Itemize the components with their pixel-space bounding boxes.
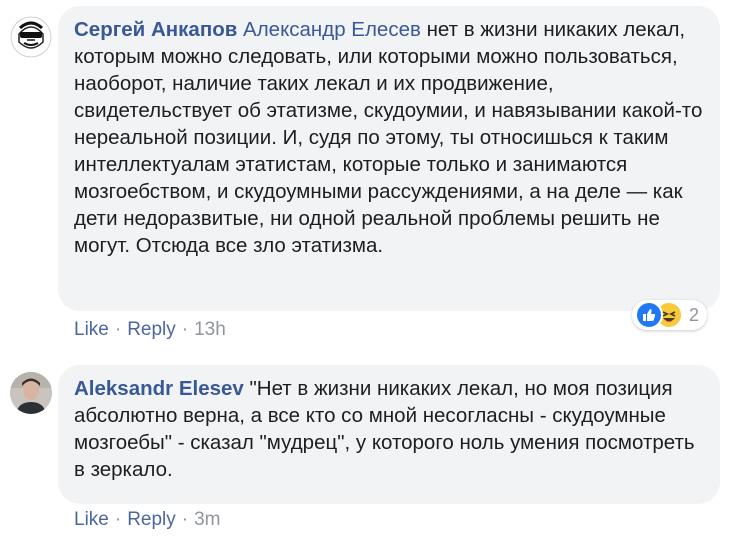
separator: ·	[181, 319, 189, 340]
separator: ·	[181, 509, 189, 530]
reaction-count: 2	[689, 304, 700, 325]
reply-link[interactable]: Reply	[127, 319, 176, 340]
avatar[interactable]	[10, 16, 52, 58]
like-reaction-icon	[635, 301, 663, 329]
mentioned-user[interactable]: Александр Елесев	[243, 18, 421, 41]
comment: Сергей Анкапов Александр Елесев нет в жи…	[0, 0, 732, 350]
separator: ·	[114, 509, 122, 530]
comment: Aleksandr Elesev "Нет в жизни никаких ле…	[0, 350, 732, 538]
reactions-badge[interactable]: 2	[632, 300, 708, 330]
comment-text: нет в жизни никаких лекал, которым можно…	[74, 18, 703, 257]
user-photo-icon	[10, 372, 52, 414]
like-link[interactable]: Like	[74, 319, 109, 340]
like-link[interactable]: Like	[74, 509, 109, 530]
separator: ·	[114, 319, 122, 340]
anonymous-mask-icon	[10, 16, 52, 58]
comment-bubble: Сергей Анкапов Александр Елесев нет в жи…	[58, 6, 720, 311]
comment-bubble: Aleksandr Elesev "Нет в жизни никаких ле…	[58, 365, 720, 504]
reply-link[interactable]: Reply	[127, 509, 176, 530]
avatar[interactable]	[10, 372, 52, 414]
comment-timestamp[interactable]: 13h	[194, 319, 226, 340]
comment-author[interactable]: Сергей Анкапов	[74, 18, 237, 41]
comment-actions: Like · Reply · 13h	[74, 319, 226, 341]
comment-actions: Like · Reply · 3m	[74, 509, 221, 531]
comment-timestamp[interactable]: 3m	[194, 509, 220, 530]
comment-author[interactable]: Aleksandr Elesev	[74, 377, 244, 400]
